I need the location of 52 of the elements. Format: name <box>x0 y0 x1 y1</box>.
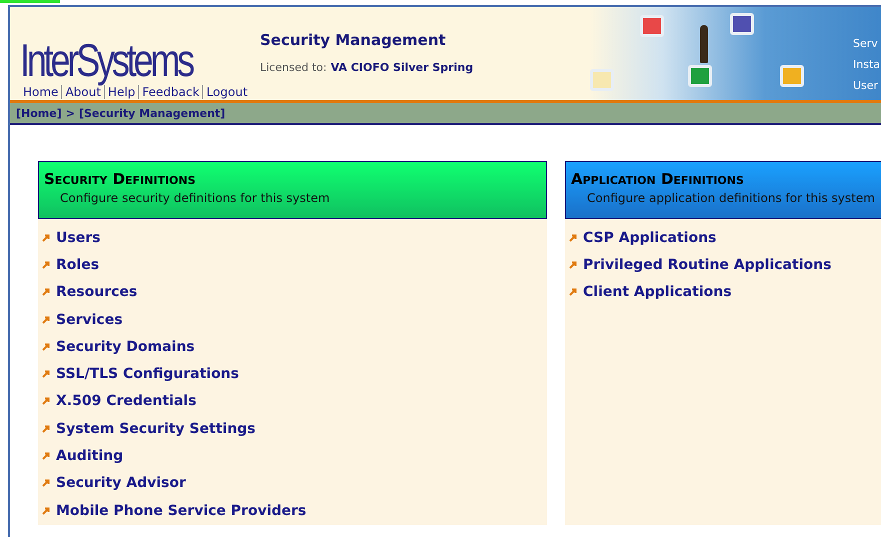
arrow-icon <box>569 260 577 269</box>
arrow-icon <box>42 397 50 406</box>
monitor-icon <box>780 65 804 87</box>
menu-link[interactable]: Services <box>56 312 123 328</box>
menu-link[interactable]: Security Advisor <box>56 475 186 492</box>
menu-link[interactable]: Client Applications <box>583 284 732 300</box>
arrow-icon <box>42 342 50 351</box>
nav-link[interactable]: Feedback <box>139 85 204 99</box>
monitor-icon <box>640 15 664 37</box>
nav-link[interactable]: Home <box>20 85 62 99</box>
nav-link[interactable]: Logout <box>203 85 251 99</box>
arrow-icon <box>42 452 50 460</box>
arrow-icon <box>569 288 577 296</box>
menu-link[interactable]: SSL/TLS Configurations <box>56 366 239 382</box>
monitor-icon <box>590 69 614 91</box>
menu-link[interactable]: Resources <box>56 284 138 300</box>
breadcrumb-separator: > <box>66 106 75 120</box>
server-info-label: Serv <box>853 37 879 50</box>
license-value: VA CIOFO Silver Spring <box>330 61 474 74</box>
server-info-label: User <box>853 79 880 92</box>
menu-link[interactable]: X.509 Credentials <box>56 393 196 410</box>
breadcrumb-link[interactable]: [Security Management] <box>78 106 226 120</box>
menu-link[interactable]: Users <box>56 230 100 246</box>
panel-title: Security Definitions <box>44 170 197 188</box>
nav-link[interactable]: About <box>62 85 105 99</box>
monitor-icon <box>730 13 754 35</box>
arrow-icon <box>42 370 50 378</box>
server-info-label: Insta <box>853 58 881 71</box>
logo: InterSystems <box>20 37 194 83</box>
menu-link[interactable]: System Security Settings <box>56 420 256 437</box>
arrow-icon <box>42 506 50 515</box>
menu-link[interactable]: Mobile Phone Service Providers <box>56 502 306 519</box>
menu-link[interactable]: CSP Applications <box>583 230 716 246</box>
menu-link[interactable]: Auditing <box>56 448 124 464</box>
menu-link[interactable]: Roles <box>56 256 100 273</box>
breadcrumb-link[interactable]: [Home] <box>16 106 62 120</box>
arrow-icon <box>42 424 50 433</box>
panel-title: Application Definitions <box>571 170 745 188</box>
panel-subtitle: Configure application definitions for this system <box>586 191 876 205</box>
menu-link[interactable]: Privileged Routine Applications <box>583 256 832 273</box>
arrow-icon <box>42 288 50 296</box>
arrow-icon <box>42 479 50 488</box>
page-title: Security Management <box>260 31 447 49</box>
nav-link[interactable]: Help <box>104 85 140 99</box>
arrow-icon <box>569 234 577 242</box>
license-label: Licensed to: <box>260 61 327 74</box>
arrow-icon <box>42 260 50 269</box>
panel-subtitle: Configure security definitions for this system <box>59 191 331 205</box>
arrow-icon <box>42 234 50 242</box>
arrow-icon <box>42 316 50 324</box>
menu-link[interactable]: Security Domains <box>56 338 195 355</box>
monitor-icon <box>688 65 712 87</box>
